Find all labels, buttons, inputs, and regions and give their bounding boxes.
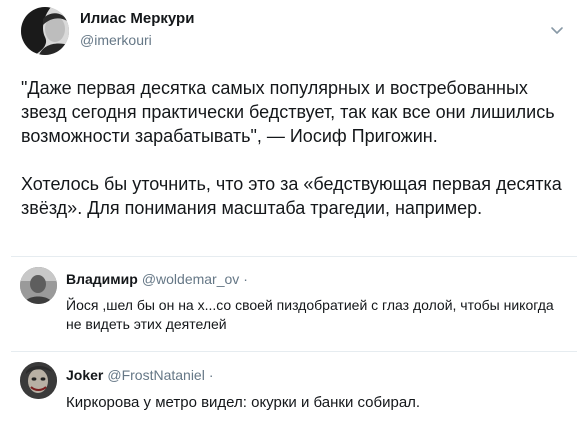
- reply-header: Joker @FrostNataniel ·: [66, 367, 214, 383]
- reply-separator: ·: [208, 367, 214, 383]
- divider: [11, 256, 577, 257]
- reply-name[interactable]: Joker: [66, 367, 103, 383]
- author-avatar[interactable]: [21, 7, 69, 55]
- reply-avatar-image: [20, 267, 57, 304]
- reply-handle[interactable]: @woldemar_ov: [142, 271, 239, 287]
- author-avatar-image: [21, 7, 69, 55]
- tweet-paragraph: Хотелось бы уточнить, что это за «бедств…: [21, 174, 562, 218]
- reply-text: Киркорова у метро видел: окурки и банки …: [66, 394, 421, 411]
- reply-handle[interactable]: @FrostNataniel: [107, 367, 204, 383]
- reply-header: Владимир @woldemar_ov ·: [66, 271, 248, 287]
- author-handle[interactable]: @imerkouri: [80, 32, 152, 48]
- reply-avatar-image: [20, 362, 57, 399]
- reply-avatar[interactable]: [20, 267, 57, 304]
- tweet-text: "Даже первая десятка самых популярных и …: [21, 76, 571, 220]
- reply-text: Йося ,шел бы он на х...со своей пиздобра…: [66, 297, 554, 332]
- reply-avatar[interactable]: [20, 362, 57, 399]
- reply-separator: ·: [243, 271, 248, 287]
- divider: [11, 351, 577, 352]
- chevron-down-icon[interactable]: [549, 22, 565, 38]
- reply-name[interactable]: Владимир: [66, 271, 138, 287]
- tweet-paragraph: "Даже первая десятка самых популярных и …: [21, 78, 555, 146]
- author-name[interactable]: Илиас Меркури: [80, 10, 194, 28]
